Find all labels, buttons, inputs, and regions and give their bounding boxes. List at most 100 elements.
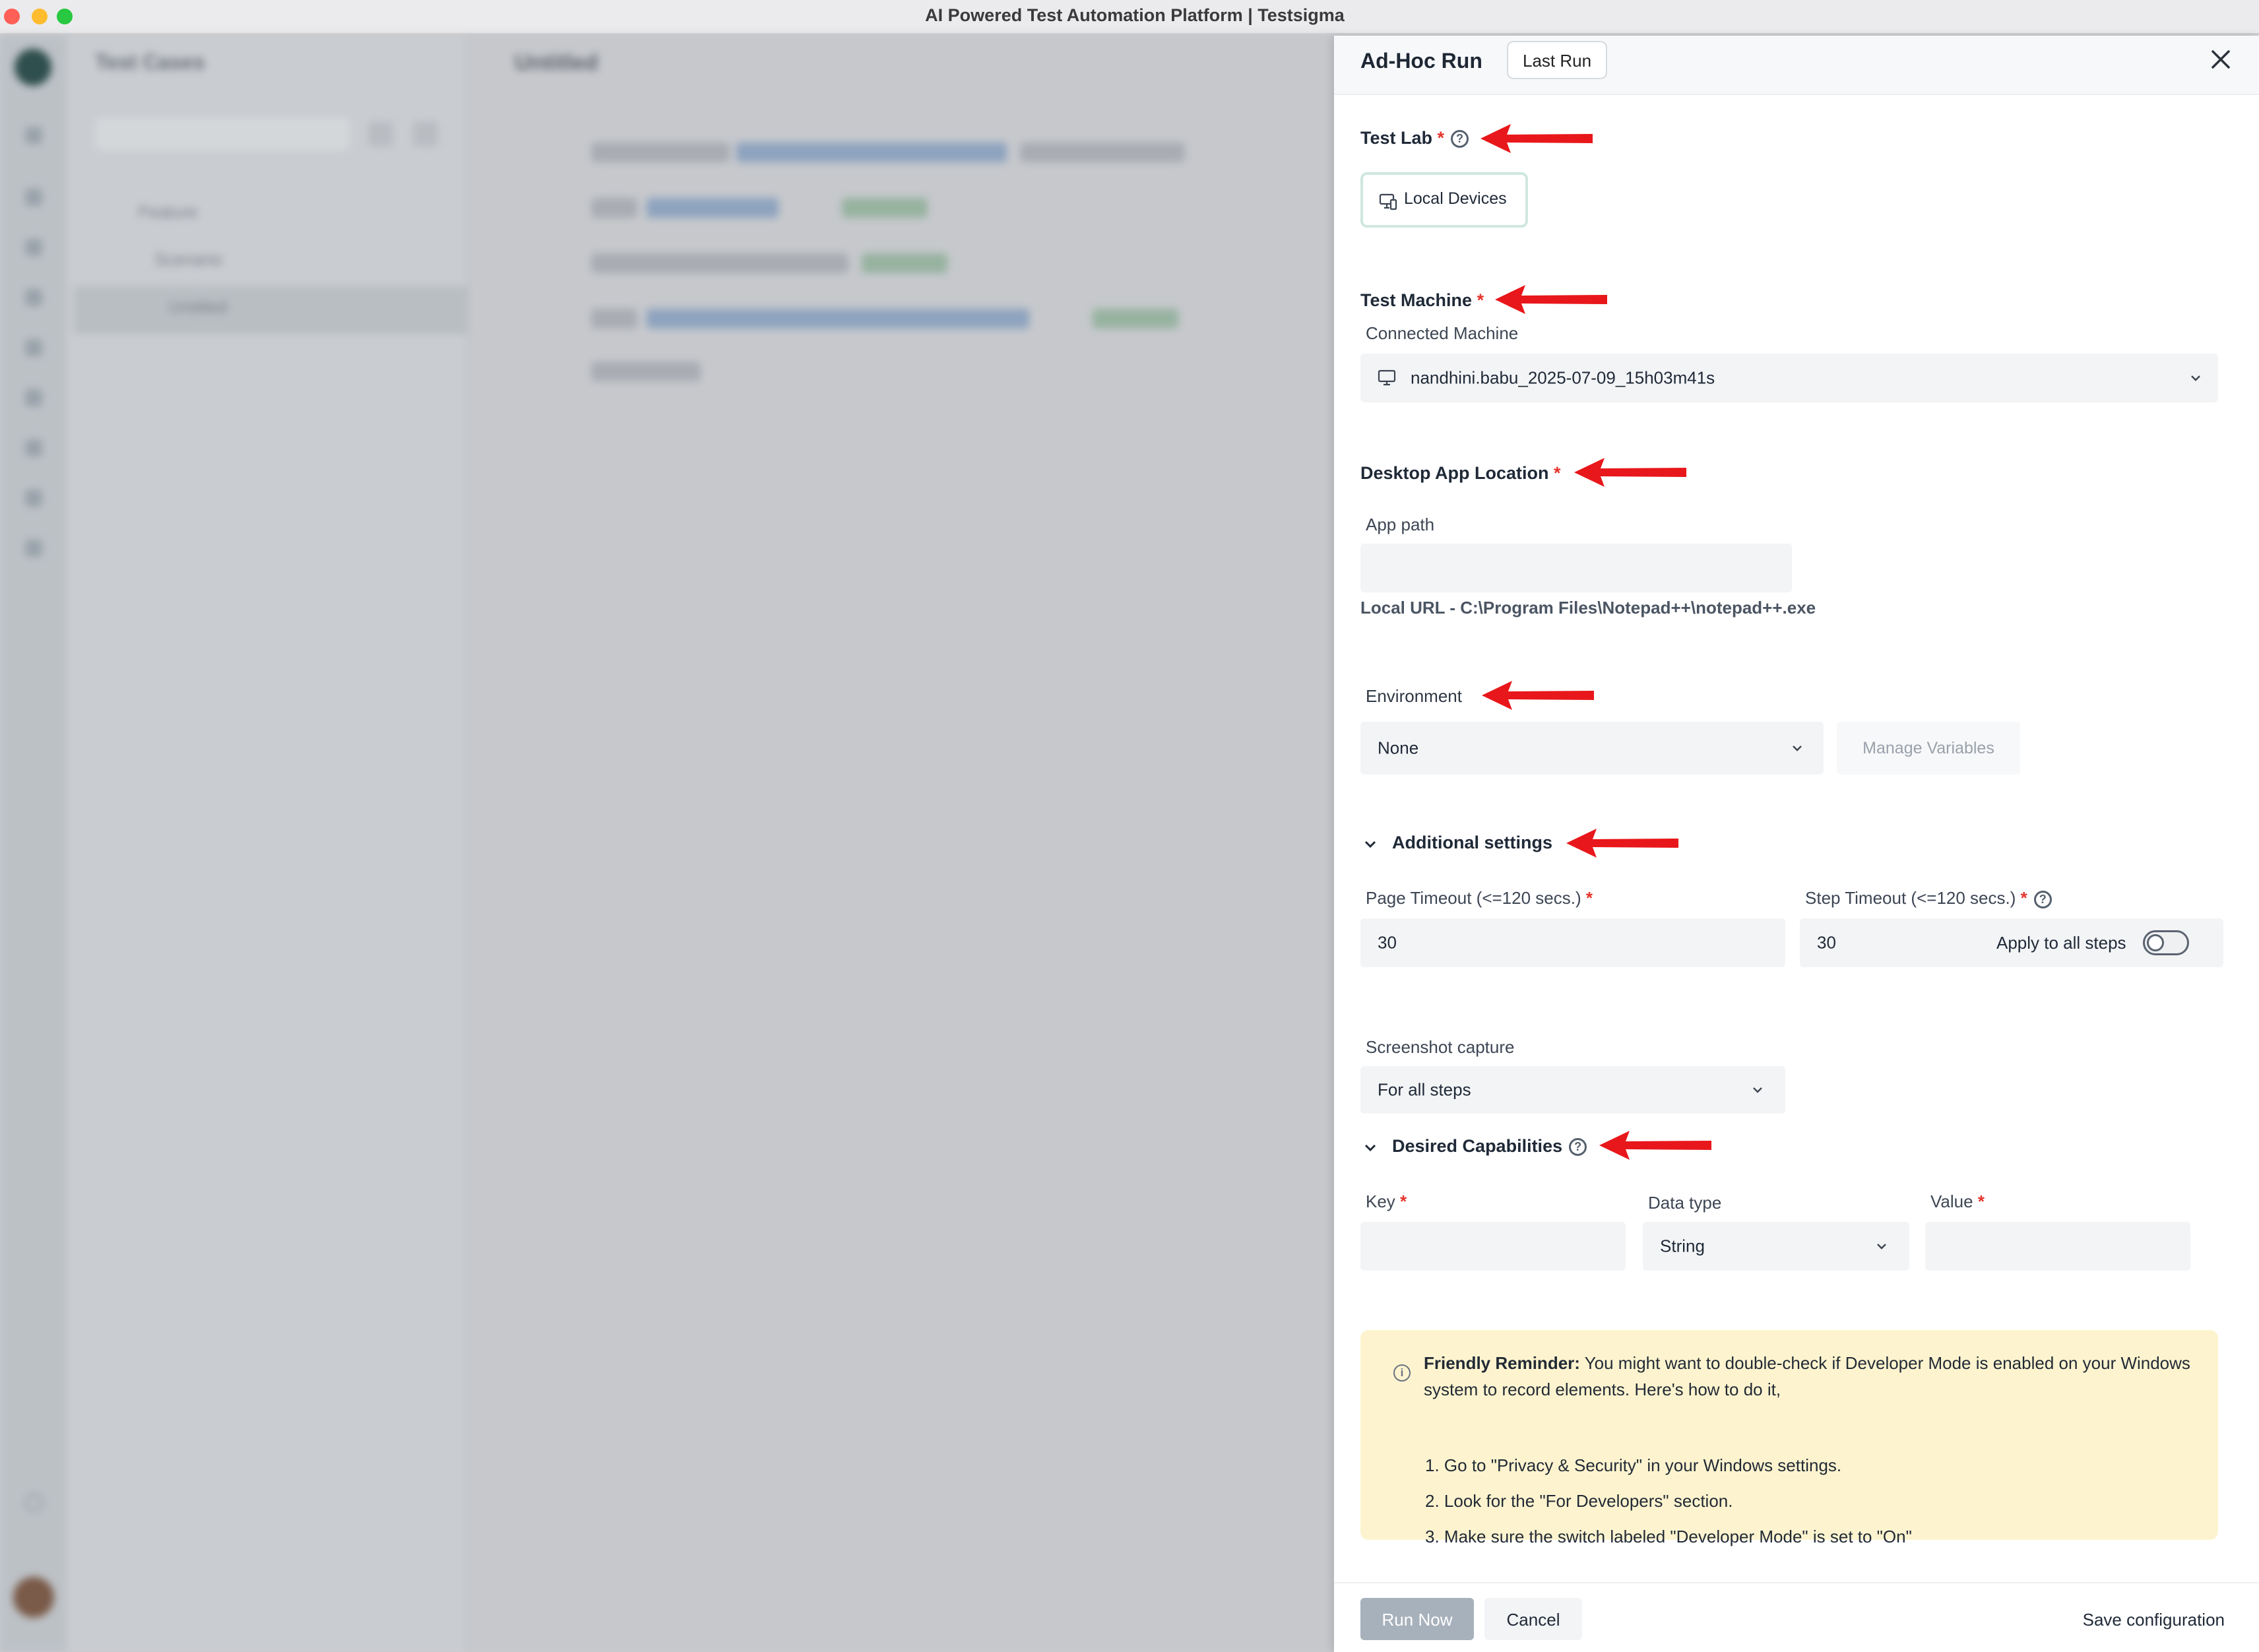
chevron-down-icon — [1877, 1244, 1886, 1250]
drawer-footer: Run Now Cancel Save configuration — [1334, 1582, 2259, 1652]
step-link — [1093, 309, 1178, 329]
window-titlebar: AI Powered Test Automation Platform | Te… — [0, 0, 2259, 34]
red-arrow-icon — [1574, 458, 1686, 487]
step-text — [591, 198, 637, 218]
add-icon[interactable] — [368, 121, 393, 146]
drawer-title: Ad-Hoc Run — [1360, 49, 1482, 73]
screenshot-capture-select[interactable]: For all steps — [1360, 1066, 1785, 1114]
reminder-text: Friendly Reminder: You might want to dou… — [1424, 1353, 2190, 1399]
environment-label: Environment — [1366, 686, 1462, 706]
reminder-step: 2. Look for the "For Developers" section… — [1425, 1491, 1733, 1511]
desktop-app-location-label: Desktop App Location * — [1360, 463, 1561, 483]
run-now-button[interactable]: Run Now — [1360, 1598, 1474, 1640]
chevron-down-icon — [2191, 375, 2200, 381]
connected-machine-label: Connected Machine — [1366, 323, 1519, 343]
chevron-down-icon — [1793, 746, 1802, 751]
step-text — [1020, 143, 1185, 162]
step-link — [842, 198, 928, 218]
nav-icon[interactable] — [25, 540, 42, 557]
avatar[interactable] — [13, 1577, 54, 1618]
developer-mode-reminder: i Friendly Reminder: You might want to d… — [1360, 1330, 2218, 1546]
value-input[interactable] — [1925, 1222, 2190, 1271]
environment-select[interactable]: None — [1360, 722, 1824, 775]
nav-rail — [0, 36, 66, 1652]
dashboard-icon[interactable] — [25, 127, 42, 144]
tree-item-feature[interactable]: Feature — [139, 202, 198, 224]
tree-selected-row — [74, 286, 467, 334]
step-link — [647, 198, 779, 218]
data-type-select[interactable]: String — [1643, 1222, 1909, 1271]
screenshot-capture-value: For all steps — [1378, 1079, 1471, 1100]
nav-icon[interactable] — [25, 490, 42, 507]
red-arrow-icon — [1480, 124, 1593, 153]
apply-to-all-steps-toggle[interactable] — [2143, 930, 2189, 955]
key-input[interactable] — [1360, 1222, 1626, 1271]
ad-hoc-run-drawer: Ad-Hoc Run Last Run Test Lab *? Local De… — [1334, 36, 2259, 1652]
toggle-knob — [2147, 934, 2164, 951]
local-devices-option[interactable]: Local Devices — [1360, 172, 1528, 228]
red-arrow-icon — [1599, 1131, 1711, 1160]
tree-search-input[interactable] — [95, 117, 350, 150]
monitor-icon — [1378, 369, 1396, 386]
help-icon[interactable]: ? — [2033, 890, 2052, 908]
editor-title: Untitled — [515, 50, 598, 75]
manage-variables-button[interactable]: Manage Variables — [1837, 722, 2020, 775]
app-path-label: App path — [1366, 515, 1435, 534]
nav-icon[interactable] — [25, 189, 42, 206]
nav-icon[interactable] — [25, 289, 42, 306]
desired-capabilities-toggle[interactable]: Desired Capabilities? — [1392, 1136, 1587, 1157]
step-link — [647, 309, 1029, 329]
additional-settings-toggle[interactable]: Additional settings — [1392, 833, 1552, 853]
step-text — [591, 253, 848, 273]
nav-icon[interactable] — [25, 439, 42, 457]
app-path-input[interactable] — [1360, 544, 1792, 592]
data-type-label: Data type — [1648, 1193, 1722, 1213]
tree-title: Test Cases — [95, 50, 205, 74]
red-arrow-icon — [1566, 829, 1678, 858]
step-text — [591, 143, 730, 162]
test-case-tree: Test Cases Feature Scenario Untitled — [66, 36, 468, 1652]
devices-icon — [1379, 193, 1397, 210]
page-timeout-label: Page Timeout (<=120 secs.) * — [1366, 888, 1593, 908]
value-label: Value * — [1930, 1191, 1985, 1211]
tree-item-scenario[interactable]: Scenario — [154, 249, 222, 272]
chevron-down-icon[interactable] — [1363, 839, 1378, 850]
screen: AI Powered Test Automation Platform | Te… — [0, 0, 2259, 1652]
nav-icon[interactable] — [25, 389, 42, 406]
save-configuration-link[interactable]: Save configuration — [2060, 1610, 2225, 1630]
test-lab-label: Test Lab *? — [1360, 128, 1469, 148]
nav-icon[interactable] — [25, 339, 42, 356]
info-icon: i — [1393, 1364, 1411, 1382]
help-icon[interactable]: ? — [1451, 130, 1469, 148]
background-app: Test Cases Feature Scenario Untitled Unt… — [0, 36, 1334, 1652]
logo-icon — [15, 49, 51, 86]
chevron-down-icon — [1753, 1087, 1762, 1093]
help-icon[interactable]: ? — [1569, 1138, 1587, 1157]
chevron-down-icon[interactable] — [1363, 1143, 1378, 1153]
help-icon[interactable] — [25, 1494, 44, 1512]
key-label: Key * — [1366, 1191, 1407, 1211]
test-cases-icon[interactable] — [25, 239, 42, 256]
cancel-button[interactable]: Cancel — [1484, 1598, 1582, 1640]
local-devices-label: Local Devices — [1404, 189, 1507, 208]
red-arrow-icon — [1482, 681, 1594, 710]
filter-icon[interactable] — [413, 121, 438, 146]
test-machine-label: Test Machine * — [1360, 290, 1484, 310]
red-arrow-icon — [1495, 285, 1607, 314]
connected-machine-value: nandhini.babu_2025-07-09_15h03m41s — [1411, 367, 1715, 388]
close-icon[interactable] — [2206, 45, 2235, 74]
environment-value: None — [1378, 738, 1419, 758]
step-timeout-label: Step Timeout (<=120 secs.) *? — [1805, 888, 2052, 908]
window-title: AI Powered Test Automation Platform | Te… — [925, 5, 1345, 25]
tree-item-untitled[interactable]: Untitled — [169, 297, 227, 319]
drawer-header: Ad-Hoc Run Last Run — [1334, 36, 2259, 95]
reminder-step: 3. Make sure the switch labeled "Develop… — [1425, 1527, 1912, 1546]
data-type-value: String — [1660, 1236, 1705, 1256]
last-run-button[interactable]: Last Run — [1507, 41, 1608, 79]
step-link — [736, 143, 1007, 162]
connected-machine-select[interactable]: nandhini.babu_2025-07-09_15h03m41s — [1360, 354, 2218, 402]
add-step — [591, 362, 701, 381]
reminder-step: 1. Go to "Privacy & Security" in your Wi… — [1425, 1455, 1842, 1475]
step-link — [862, 253, 947, 273]
page-timeout-input[interactable]: 30 — [1360, 918, 1785, 967]
